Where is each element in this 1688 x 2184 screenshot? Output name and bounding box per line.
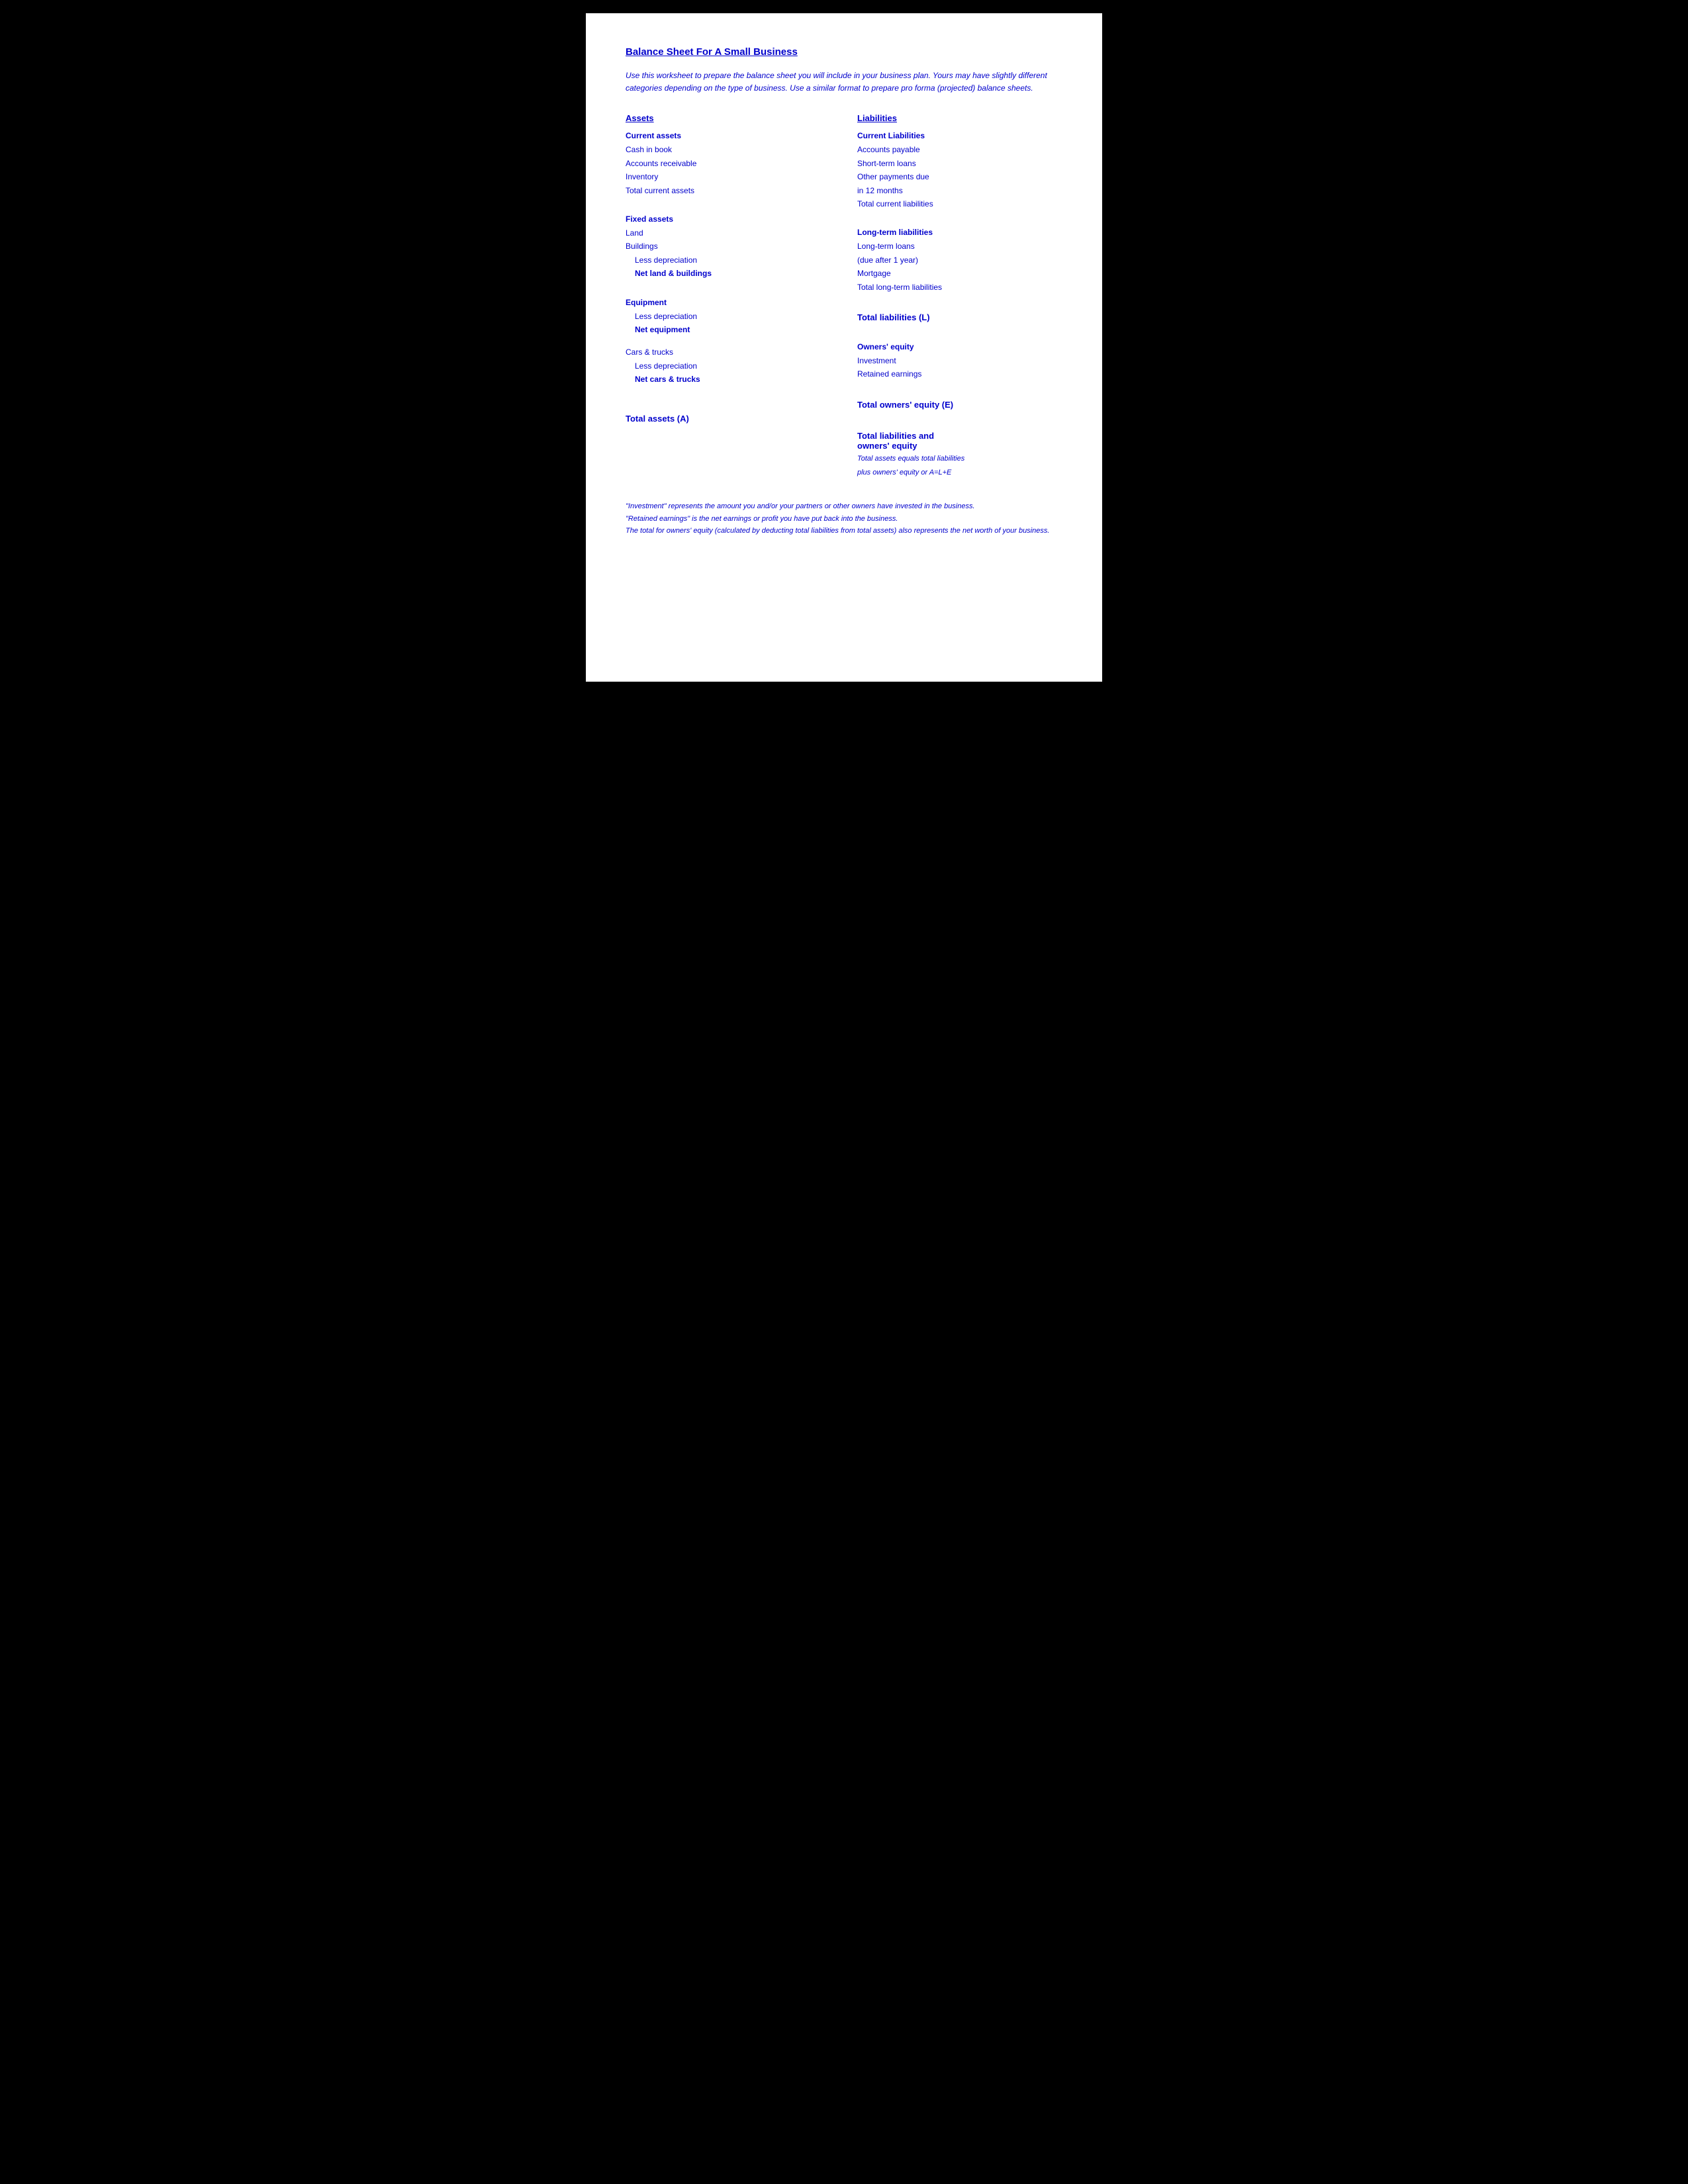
accounts-payable: Accounts payable (857, 143, 1062, 156)
mortgage: Mortgage (857, 267, 1062, 280)
footer-line3: The total for owners' equity (calculated… (626, 525, 1062, 537)
liabilities-header: Liabilities (857, 113, 1062, 123)
long-term-loans: Long-term loans (857, 240, 1062, 253)
total-assets: Total assets (A) (626, 414, 831, 424)
cars-trucks-header: Cars & trucks (626, 345, 831, 359)
less-depreciation-cars: Less depreciation (626, 359, 831, 373)
in-12-months: in 12 months (857, 184, 1062, 197)
footer-notes: "Investment" represents the amount you a… (626, 500, 1062, 537)
current-liabilities-header: Current Liabilities (857, 131, 1062, 140)
footer-line2: "Retained earnings" is the net earnings … (626, 513, 1062, 525)
total-current-liabilities: Total current liabilities (857, 197, 1062, 210)
due-after-1-year: (due after 1 year) (857, 253, 1062, 267)
main-content: Assets Current assets Cash in book Accou… (626, 113, 1062, 478)
footer-line1: "Investment" represents the amount you a… (626, 500, 1062, 513)
plus-owners-equity: plus owners' equity or A=L+E (857, 467, 1062, 479)
retained-earnings: Retained earnings (857, 367, 1062, 381)
investment: Investment (857, 354, 1062, 367)
accounts-receivable: Accounts receivable (626, 157, 831, 170)
total-liabilities-and-owners-equity-label: Total liabilities and owners' equity (857, 431, 1062, 451)
net-cars-trucks: Net cars & trucks (626, 373, 831, 386)
buildings: Buildings (626, 240, 831, 253)
owners-equity-header: Owners' equity (857, 342, 1062, 351)
total-liabilities: Total liabilities (L) (857, 312, 1062, 322)
long-term-liabilities-header: Long-term liabilities (857, 228, 1062, 237)
land: Land (626, 226, 831, 240)
equipment-header: Equipment (626, 298, 831, 307)
current-assets-header: Current assets (626, 131, 831, 140)
cash-in-book: Cash in book (626, 143, 831, 156)
other-payments-due: Other payments due (857, 170, 1062, 183)
total-current-assets: Total current assets (626, 184, 831, 197)
short-term-loans: Short-term loans (857, 157, 1062, 170)
page-title: Balance Sheet For A Small Business (626, 46, 1062, 58)
fixed-assets-header: Fixed assets (626, 214, 831, 224)
total-assets-equals: Total assets equals total liabilities (857, 453, 1062, 465)
inventory: Inventory (626, 170, 831, 183)
total-long-term-liabilities: Total long-term liabilities (857, 281, 1062, 294)
assets-header: Assets (626, 113, 831, 123)
net-equipment: Net equipment (626, 323, 831, 336)
total-owners-equity: Total owners' equity (E) (857, 400, 1062, 410)
intro-paragraph: Use this worksheet to prepare the balanc… (626, 69, 1062, 95)
less-depreciation-equipment: Less depreciation (626, 310, 831, 323)
liabilities-column: Liabilities Current Liabilities Accounts… (844, 113, 1062, 478)
net-land-buildings: Net land & buildings (626, 267, 831, 280)
assets-column: Assets Current assets Cash in book Accou… (626, 113, 844, 478)
less-depreciation-buildings: Less depreciation (626, 253, 831, 267)
balance-sheet-page: Balance Sheet For A Small Business Use t… (586, 13, 1102, 682)
